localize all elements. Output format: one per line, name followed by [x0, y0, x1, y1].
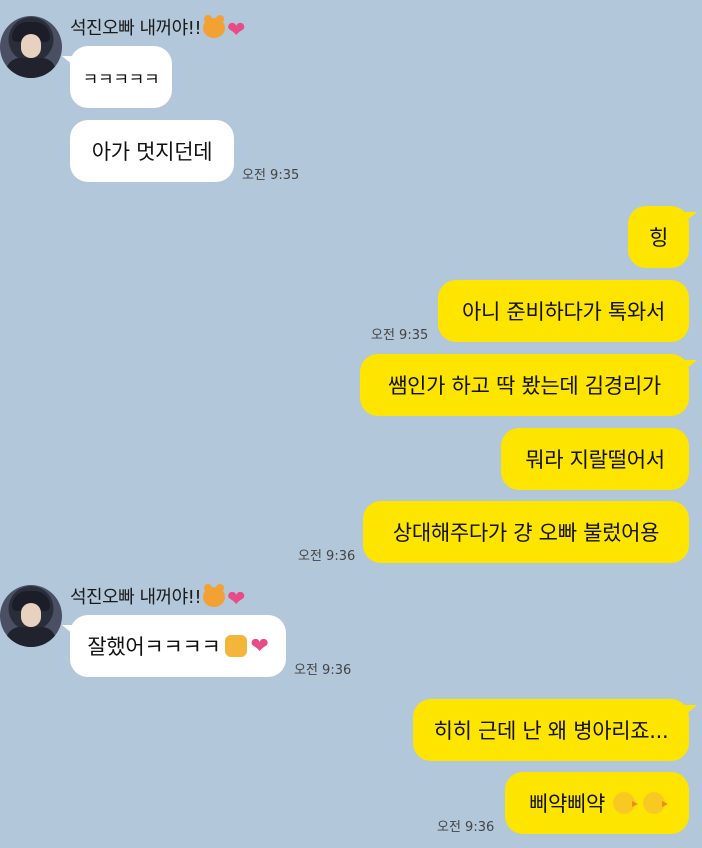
message-time: 오전 9:35	[371, 328, 429, 343]
outgoing-message[interactable]: 히히 근데 난 왜 병아리죠...	[413, 699, 697, 761]
outgoing-message[interactable]: 힝	[628, 206, 697, 268]
chick-icon	[613, 792, 639, 814]
outgoing-message[interactable]: 삐약삐약	[505, 772, 689, 834]
hamster-icon	[203, 584, 226, 607]
message-time: 오전 9:36	[298, 549, 356, 564]
outgoing-message[interactable]: 아니 준비하다가 톡와서	[438, 280, 689, 342]
message-time: 오전 9:35	[242, 168, 300, 183]
incoming-message[interactable]: 아가 멋지던데	[70, 120, 234, 182]
sender-name: 석진오빠 내꺼야!! ❤	[70, 15, 246, 43]
message-time: 오전 9:36	[437, 820, 495, 835]
outgoing-message[interactable]: 뭐라 지랄떨어서	[501, 428, 689, 490]
thumbs-up-icon	[224, 635, 247, 657]
outgoing-message[interactable]: 쌤인가 하고 딱 봤는데 김경리가	[360, 354, 697, 416]
message-time: 오전 9:36	[294, 663, 352, 678]
incoming-message[interactable]: ㅋㅋㅋㅋㅋ	[62, 46, 172, 108]
heart-icon: ❤	[250, 633, 269, 659]
incoming-message[interactable]: 잘했어ㅋㅋㅋㅋ ❤	[62, 615, 286, 677]
avatar[interactable]	[0, 585, 62, 647]
sender-name: 석진오빠 내꺼야!! ❤	[70, 584, 246, 612]
heart-icon: ❤	[227, 18, 246, 43]
avatar[interactable]	[0, 16, 62, 78]
chick-icon	[643, 792, 669, 814]
hamster-icon	[203, 15, 226, 38]
heart-icon: ❤	[227, 587, 246, 612]
outgoing-message[interactable]: 상대해주다가 걍 오빠 불렀어용	[363, 501, 689, 563]
